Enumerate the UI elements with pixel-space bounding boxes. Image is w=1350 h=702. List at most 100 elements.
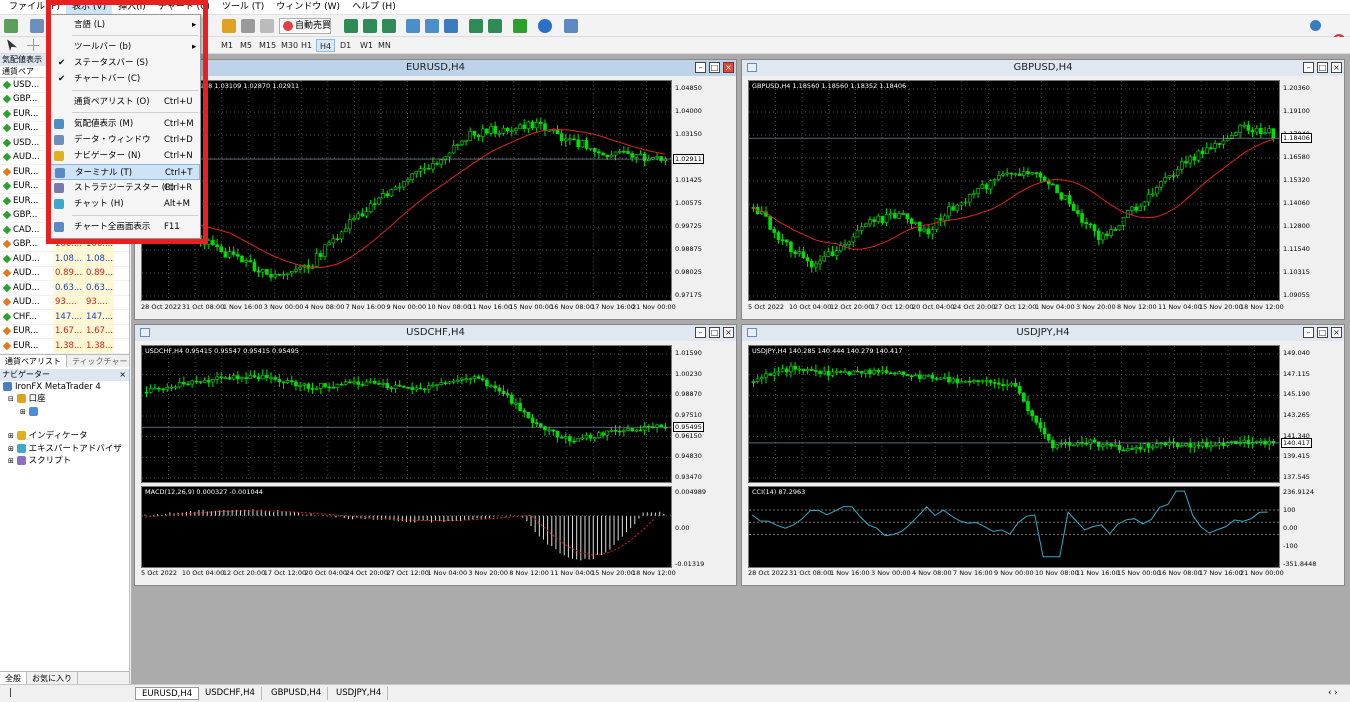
market-watch-row[interactable]: AUD... 1.08.... 1.08.... [0, 252, 129, 267]
view-menu-item[interactable]: ツールバー (b) ▸ [50, 39, 200, 55]
menu-help[interactable]: ヘルプ (H) [346, 0, 402, 15]
expand-icon[interactable]: ⊟ [8, 395, 14, 403]
maximize-icon[interactable]: □ [709, 327, 720, 338]
close-icon[interactable]: × [1331, 62, 1342, 73]
timeframe-mn[interactable]: MN [375, 39, 394, 52]
navigator-item-experts[interactable]: ⊞ エキスパートアドバイザ [0, 443, 129, 456]
chart-title-bar[interactable]: USDCHF,H4 – □ × [135, 325, 736, 341]
view-menu-item[interactable]: 通貨ペアリスト (O) Ctrl+U [50, 94, 200, 110]
navigator-item-indicators[interactable]: ⊞ インディケータ [0, 430, 129, 443]
maximize-icon[interactable]: □ [709, 62, 720, 73]
market-watch-row[interactable]: AUD... 0.89.... 0.89.... [0, 266, 129, 281]
periods-icon[interactable] [538, 19, 552, 33]
navigator-item-account[interactable]: ⊞ [0, 406, 129, 419]
profiles-icon[interactable] [30, 19, 44, 33]
timeframe-d1[interactable]: D1 [337, 39, 354, 52]
timeframe-h1[interactable]: H1 [298, 39, 315, 52]
tab-favorites[interactable]: お気に入り [27, 672, 78, 684]
view-menu-item[interactable]: ターミナル (T) Ctrl+T [50, 164, 200, 180]
chart-title-bar[interactable]: USDJPY,H4 – □ × [742, 325, 1344, 341]
minimize-icon[interactable]: – [1303, 62, 1314, 73]
view-menu-item[interactable]: 言語 (L) ▸ [50, 17, 200, 33]
timeframe-h4[interactable]: H4 [316, 39, 336, 52]
tab-tick-chart[interactable]: ティックチャート [67, 355, 129, 367]
templates-icon[interactable] [564, 19, 578, 33]
chart-window-gbpusd[interactable]: GBPUSD,H4 – □ × GBPUSD,H4 1.18560 1.18560 1.… [741, 59, 1345, 320]
new-chart-icon[interactable] [4, 19, 18, 33]
view-menu-item[interactable]: ナビゲーター (N) Ctrl+N [50, 148, 200, 164]
cci-panel[interactable]: CCI(14) 87.2963 [748, 486, 1280, 568]
chart-window-usdchf[interactable]: USDCHF,H4 – □ × USDCHF,H4 0.95415 0.95547 0.… [134, 324, 737, 586]
view-menu-item[interactable]: データ・ウィンドウ Ctrl+D [50, 132, 200, 148]
minimize-icon[interactable]: – [695, 327, 706, 338]
chart-tab-usdchf[interactable]: USDCHF,H4 [199, 687, 262, 700]
zoom-in-icon[interactable] [406, 19, 420, 33]
maximize-icon[interactable]: □ [1317, 327, 1328, 338]
menu-window[interactable]: ウィンドウ (W) [270, 0, 346, 15]
minimize-icon[interactable]: – [1303, 327, 1314, 338]
chart-window-usdjpy[interactable]: USDJPY,H4 – □ × USDJPY,H4 140.285 140.444 14… [741, 324, 1345, 586]
cursor-icon[interactable] [7, 39, 17, 51]
close-icon[interactable]: × [1331, 327, 1342, 338]
view-menu-item[interactable]: チャット (H) Alt+M [50, 196, 200, 212]
timeframe-w1[interactable]: W1 [357, 39, 376, 52]
menu-file[interactable]: ファイル (F) [3, 0, 66, 15]
search-icon[interactable] [1310, 20, 1321, 31]
zoom-out-icon[interactable] [425, 19, 439, 33]
indicators-icon[interactable] [513, 19, 527, 33]
market-watch-row[interactable]: AUD... 93.... 93.... [0, 295, 129, 310]
price-chart[interactable]: EURUSD,H4 1.02908 1.03109 1.02870 1.0291… [141, 80, 672, 301]
chart-title-bar[interactable]: EURUSD,H4 – □ × [135, 60, 736, 76]
autoscroll-icon[interactable] [488, 19, 502, 33]
navigator-item-scripts[interactable]: ⊞ スクリプト [0, 455, 129, 468]
tile-windows-icon[interactable] [444, 19, 458, 33]
close-icon[interactable]: × [119, 369, 126, 381]
tab-scroll-icon[interactable]: ‹ › [1322, 687, 1344, 700]
chart-window-eurusd[interactable]: EURUSD,H4 – □ × EURUSD,H4 1.02908 1.03109 1.… [134, 59, 737, 320]
close-icon[interactable]: × [723, 62, 734, 73]
timeframe-m15[interactable]: M15 [256, 39, 279, 52]
chart-shift-icon[interactable] [469, 19, 483, 33]
timeframe-m5[interactable]: M5 [237, 39, 255, 52]
close-icon[interactable]: × [723, 327, 734, 338]
line-chart-icon[interactable] [382, 19, 396, 33]
bar-chart-icon[interactable] [344, 19, 358, 33]
crosshair-icon[interactable] [27, 39, 39, 51]
view-menu-item[interactable]: ✔ ステータスバー (S) [50, 55, 200, 71]
view-menu-item[interactable]: 気配値表示 (M) Ctrl+M [50, 116, 200, 132]
menu-insert[interactable]: 挿入(I) [112, 0, 152, 15]
chart-tab-eurusd[interactable]: EURUSD,H4 [135, 687, 200, 700]
market-watch-row[interactable]: EUR... 1.67.... 1.67.... [0, 324, 129, 339]
tester-icon[interactable] [260, 19, 274, 33]
tab-symbols[interactable]: 通貨ペアリスト [0, 354, 67, 367]
timeframe-m1[interactable]: M1 [218, 39, 236, 52]
scroll-left-icon[interactable]: | [3, 687, 18, 700]
navigator-item-accounts[interactable]: ⊟ 口座 [0, 393, 129, 406]
menu-chart[interactable]: チャート (C) [152, 0, 216, 15]
menu-view[interactable]: 表示 (V) [66, 0, 113, 15]
expand-icon[interactable]: ⊞ [8, 445, 14, 453]
candlestick-icon[interactable] [363, 19, 377, 33]
price-chart[interactable]: GBPUSD,H4 1.18560 1.18560 1.18352 1.1840… [748, 80, 1280, 301]
macd-panel[interactable]: MACD(12,26,9) 0.000327 -0.001044 [141, 486, 672, 568]
market-watch-row[interactable]: CHF... 147.... 147.... [0, 310, 129, 325]
market-watch-row[interactable]: AUD... 0.63.... 0.63.... [0, 281, 129, 296]
price-chart[interactable]: USDCHF,H4 0.95415 0.95547 0.95415 0.9549… [141, 345, 672, 483]
menu-tools[interactable]: ツール (T) [216, 0, 270, 15]
market-watch-row[interactable]: EUR... 1.38.... 1.38.... [0, 339, 129, 354]
expand-icon[interactable]: ⊞ [8, 432, 14, 440]
account-icon[interactable] [241, 19, 255, 33]
view-menu-item[interactable]: ✔ チャートバー (C) [50, 71, 200, 87]
view-menu-item[interactable]: ストラテジーテスター (R) Ctrl+R [50, 180, 200, 196]
expand-icon[interactable]: ⊞ [20, 408, 26, 416]
history-center-icon[interactable] [222, 19, 236, 33]
maximize-icon[interactable]: □ [1317, 62, 1328, 73]
expand-icon[interactable]: ⊞ [8, 457, 14, 465]
chart-title-bar[interactable]: GBPUSD,H4 – □ × [742, 60, 1344, 76]
price-chart[interactable]: USDJPY,H4 140.285 140.444 140.279 140.41… [748, 345, 1280, 483]
chart-tab-usdjpy[interactable]: USDJPY,H4 [330, 687, 389, 700]
auto-trading-button[interactable]: 自動売買 [279, 18, 331, 34]
market-watch-row[interactable]: GBP... 166.... 166.... [0, 237, 129, 252]
tab-general[interactable]: 全般 [0, 672, 27, 684]
view-menu-item[interactable]: チャート全画面表示 F11 [50, 219, 200, 235]
